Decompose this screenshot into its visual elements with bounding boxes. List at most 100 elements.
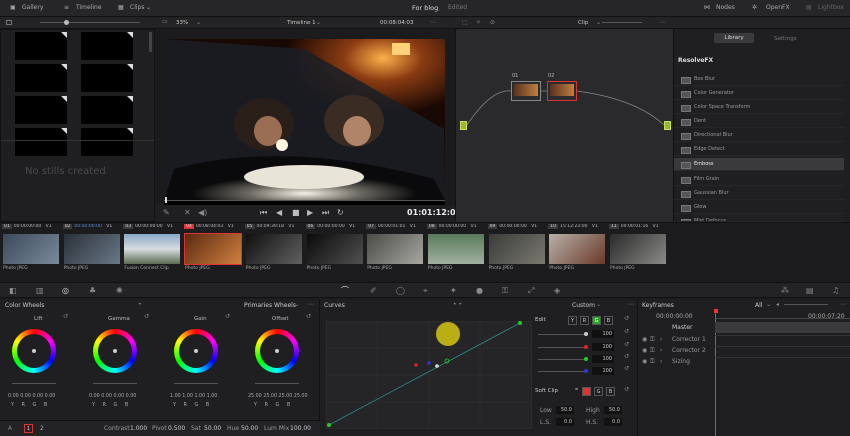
- corrector-node-1[interactable]: [511, 81, 541, 101]
- chevron-down-icon[interactable]: ⌄: [196, 19, 201, 26]
- clip-thumbnail[interactable]: 07 00:00:01:01 V1 Photo JPEG: [366, 224, 424, 274]
- keyframe-row-sizing[interactable]: Sizing: [672, 358, 690, 365]
- keyframe-row-corrector2[interactable]: Corrector 2: [672, 347, 706, 354]
- curves-icon[interactable]: ⌒: [341, 287, 349, 295]
- clips-icon[interactable]: ▦: [118, 4, 124, 11]
- clip-thumbnail[interactable]: 05 00:09:39:18 V1 Photo JPEG: [244, 224, 303, 274]
- slider-handle[interactable]: [584, 345, 588, 349]
- 3d-icon[interactable]: ◈: [554, 287, 560, 295]
- library-item[interactable]: Glow: [674, 201, 844, 214]
- volume-icon[interactable]: ◀): [198, 209, 207, 217]
- b-intensity-slider[interactable]: [538, 371, 586, 372]
- node-zoom-slider[interactable]: [602, 22, 642, 23]
- viewer-layout-icon[interactable]: ▭: [162, 19, 168, 25]
- more-options-icon[interactable]: ⋯: [308, 301, 314, 308]
- clips-button[interactable]: Clips: [130, 4, 144, 11]
- wheel-center[interactable]: [275, 349, 279, 353]
- ls-value[interactable]: 0.0: [556, 418, 574, 426]
- openfx-icon[interactable]: ✲: [752, 4, 757, 11]
- sizing-icon[interactable]: ⤢: [528, 287, 534, 295]
- reset-icon[interactable]: ↺: [624, 387, 629, 393]
- y-intensity-value[interactable]: 100: [592, 330, 614, 338]
- lummix-value[interactable]: 100.00: [290, 425, 311, 432]
- more-options-icon[interactable]: ⋯: [660, 19, 666, 26]
- wheel-center[interactable]: [113, 349, 117, 353]
- keyframe-row-corrector1[interactable]: Corrector 1: [672, 336, 706, 343]
- page-2-button[interactable]: 2: [40, 425, 44, 432]
- info-icon[interactable]: ▤: [806, 287, 814, 295]
- expand-icon[interactable]: ›: [660, 347, 662, 354]
- clip-thumbnail[interactable]: 09 00:00:00:00 V1 Photo JPEG: [487, 224, 546, 274]
- gallery-icon[interactable]: ▣: [10, 4, 16, 11]
- lift-wheel[interactable]: [12, 329, 56, 373]
- library-item[interactable]: Edge Detect: [674, 143, 844, 156]
- curves-mode-select[interactable]: Custom: [572, 302, 595, 309]
- pivot-value[interactable]: 0.500: [168, 425, 185, 432]
- chevron-down-icon[interactable]: ⌄: [316, 19, 321, 26]
- gamma-master-slider[interactable]: [93, 383, 137, 384]
- slider-handle[interactable]: [584, 369, 588, 373]
- chevron-down-icon[interactable]: ⌄: [294, 301, 299, 308]
- nodes-icon[interactable]: ⋈: [704, 4, 710, 11]
- magic-mask-icon[interactable]: ✦: [450, 287, 457, 295]
- chevron-down-icon[interactable]: ⌄: [146, 4, 151, 11]
- hs-value[interactable]: 0.0: [604, 418, 622, 426]
- lift-master-slider[interactable]: [12, 383, 56, 384]
- reset-icon[interactable]: ↺: [306, 314, 311, 320]
- play-reverse-icon[interactable]: ◀: [276, 209, 282, 217]
- zoom-level[interactable]: 33%: [176, 20, 188, 26]
- still-thumbnail[interactable]: [81, 64, 133, 92]
- channel-g-button[interactable]: G: [594, 387, 603, 396]
- channel-g-button[interactable]: G: [592, 316, 601, 325]
- still-thumbnail[interactable]: [15, 128, 67, 156]
- expand-icon[interactable]: ›: [660, 358, 662, 365]
- window-icon[interactable]: ◯: [396, 287, 405, 295]
- page-1-button[interactable]: 1: [24, 424, 33, 433]
- thumbnail-size-slider[interactable]: [40, 22, 140, 23]
- wheels-mode-select[interactable]: Primaries Wheels: [244, 302, 296, 309]
- slider-handle[interactable]: [584, 357, 588, 361]
- grid-view-icon[interactable]: [6, 20, 12, 25]
- more-options-icon[interactable]: ⋯: [628, 301, 634, 308]
- node-mode-select[interactable]: Clip: [578, 20, 588, 26]
- reset-icon[interactable]: ↺: [624, 329, 629, 335]
- slider-handle[interactable]: [584, 332, 588, 336]
- gamma-wheel[interactable]: [93, 329, 137, 373]
- clip-thumbnail[interactable]: 01 00:00:00:00 V1 Photo JPEG: [2, 224, 60, 274]
- openfx-button[interactable]: OpenFX: [766, 4, 790, 11]
- clip-thumbnail[interactable]: 10 15:12:23:00 V1 Photo JPEG: [548, 224, 606, 274]
- chevron-down-icon[interactable]: ⌄: [596, 301, 601, 308]
- still-thumbnail[interactable]: [81, 32, 133, 60]
- timeline-icon[interactable]: ≡: [64, 4, 69, 11]
- settings-tab[interactable]: Settings: [774, 36, 797, 42]
- gain-master-slider[interactable]: [174, 383, 218, 384]
- scrollbar[interactable]: [149, 32, 152, 52]
- keyframe-filter-select[interactable]: All: [755, 302, 762, 309]
- sat-value[interactable]: 50.00: [204, 425, 221, 432]
- scrubber-handle[interactable]: [165, 197, 167, 203]
- y-intensity-slider[interactable]: [538, 334, 586, 335]
- r-intensity-slider[interactable]: [538, 347, 586, 348]
- clip-thumbnail[interactable]: 04 00:08:04:03 V1 Photo JPEG: [184, 224, 243, 274]
- more-options-icon[interactable]: ⋯: [840, 301, 846, 308]
- keyframe-ruler[interactable]: [715, 311, 850, 319]
- expand-icon[interactable]: ›: [660, 336, 662, 343]
- clip-thumbnail[interactable]: 06 00:00:00:00 V1 Photo JPEG: [305, 224, 364, 274]
- reset-icon[interactable]: ↺: [144, 314, 149, 320]
- lock-icon[interactable]: ⚿: [650, 358, 655, 366]
- offset-master-slider[interactable]: [255, 383, 299, 384]
- wheel-center[interactable]: [32, 349, 36, 353]
- low-value[interactable]: 50.0: [556, 406, 574, 414]
- clip-thumbnail[interactable]: 08 00:00:00:00 V1 Photo JPEG: [426, 224, 485, 274]
- clip-thumbnail[interactable]: 03 00:00:00:00 V1 Fusion Connect Clip: [123, 224, 181, 274]
- more-options-icon[interactable]: • •: [453, 301, 462, 308]
- transform-icon[interactable]: ✕: [184, 209, 191, 217]
- master-track[interactable]: [715, 322, 850, 333]
- channel-r-button[interactable]: R: [580, 316, 589, 325]
- reset-icon[interactable]: ↺: [624, 316, 629, 322]
- more-options-icon[interactable]: •: [138, 301, 142, 308]
- r-intensity-value[interactable]: 100: [592, 343, 614, 351]
- tracker-icon[interactable]: ⌖: [423, 287, 428, 295]
- more-options-icon[interactable]: ⋯: [430, 19, 436, 26]
- clip-thumbnail[interactable]: 11 00:00:01:16 V1 Photo JPEG: [609, 224, 667, 274]
